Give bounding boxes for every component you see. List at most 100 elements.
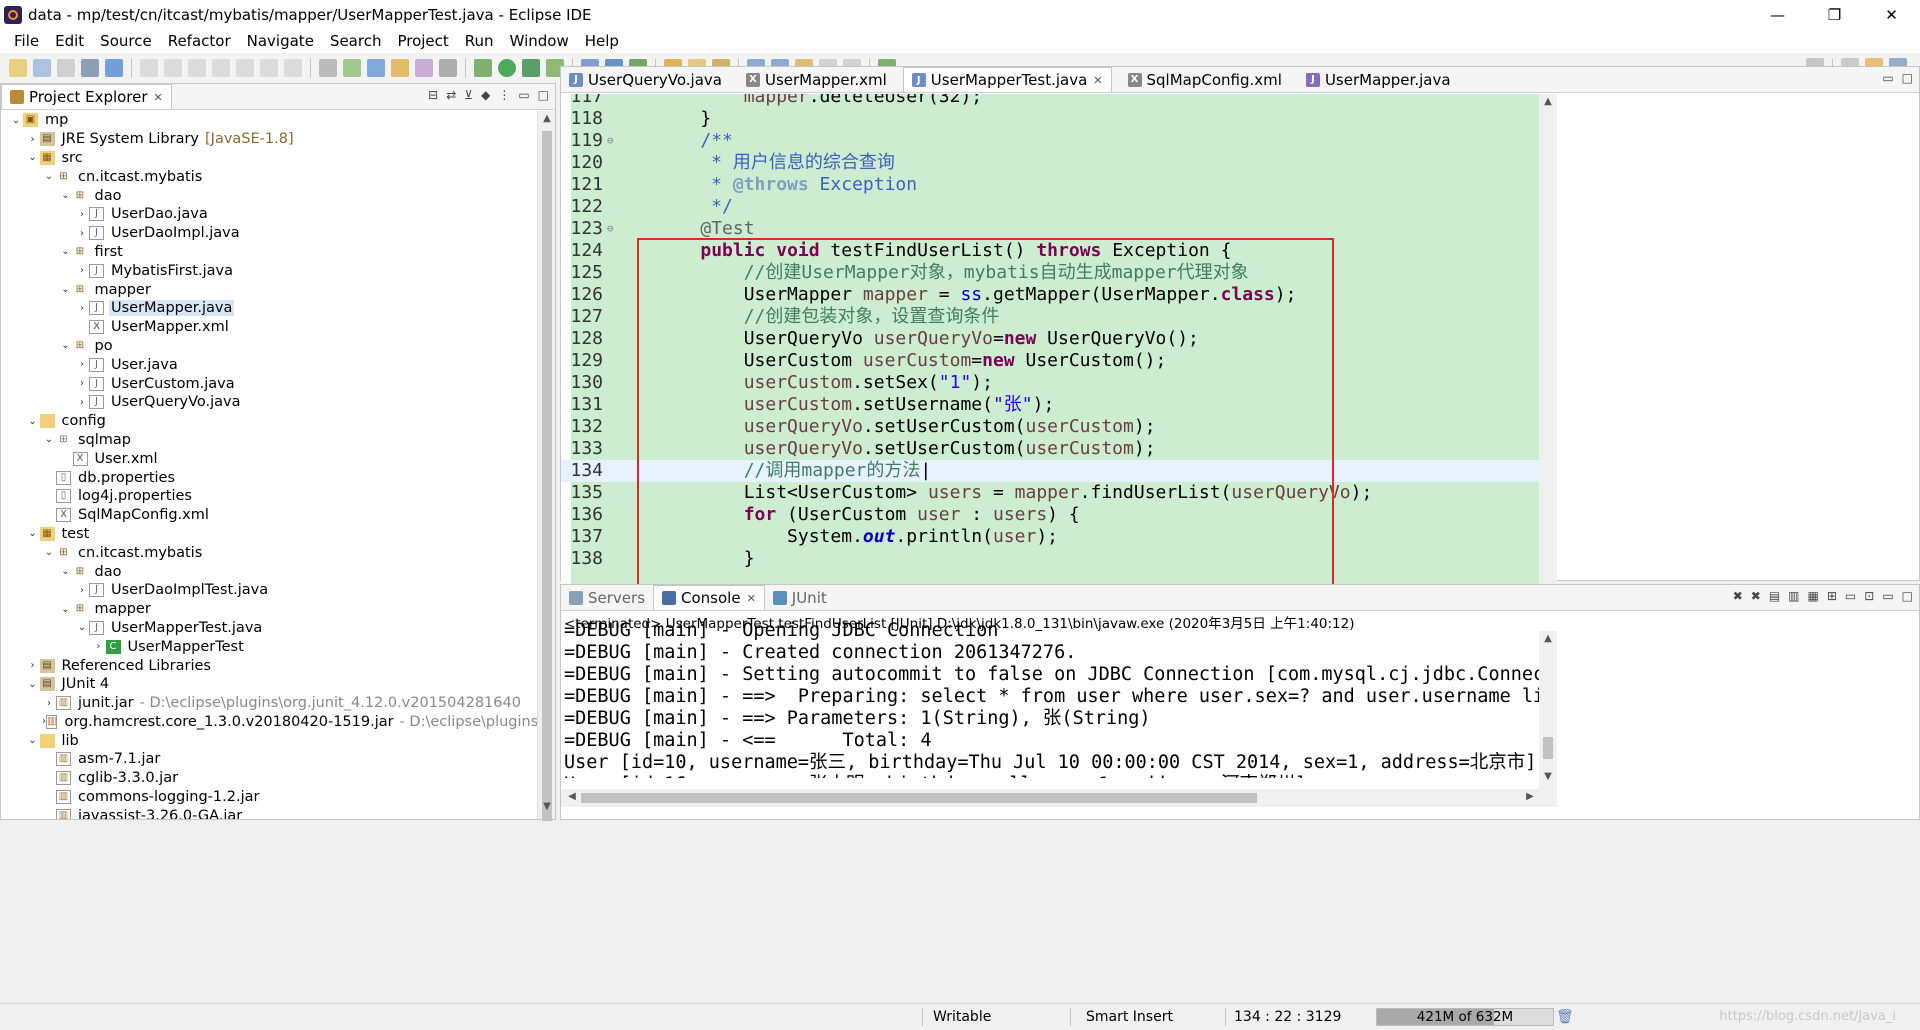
expanded-chevron-icon[interactable]: ⌄	[9, 115, 23, 126]
expanded-chevron-icon[interactable]: ⌄	[59, 246, 73, 257]
step-over-icon[interactable]	[260, 59, 278, 77]
fold-marker[interactable]: ⊖	[607, 218, 617, 240]
debug-icon[interactable]	[474, 59, 492, 77]
tree-item[interactable]: ⌄ ▤ JUnit 4	[1, 675, 537, 694]
focus-icon[interactable]: ◆	[481, 88, 490, 102]
open-console-icon[interactable]: ⊡	[1864, 589, 1874, 603]
tree-item[interactable]: ⌄ ⊞ first	[1, 243, 537, 262]
show-whitespace-icon[interactable]	[439, 59, 457, 77]
expanded-chevron-icon[interactable]: ⌄	[42, 171, 56, 182]
expanded-chevron-icon[interactable]: ⌄	[26, 735, 40, 746]
menu-source[interactable]: Source	[92, 32, 160, 50]
collapsed-chevron-icon[interactable]: ›	[75, 228, 89, 239]
tree-item[interactable]: › J UserDaoImpl.java	[1, 224, 537, 243]
tree-item[interactable]: X User.xml	[1, 449, 537, 468]
maximize-view-icon[interactable]: □	[1902, 71, 1913, 85]
tree-item[interactable]: › J UserDaoImplTest.java	[1, 581, 537, 600]
minimize-view-icon[interactable]: ▭	[518, 88, 529, 102]
menu-project[interactable]: Project	[389, 32, 456, 50]
heap-status[interactable]: 421M of 632M	[1376, 1008, 1554, 1026]
expanded-chevron-icon[interactable]: ⌄	[42, 547, 56, 558]
console-output[interactable]: =DEBUG [main] - Opening JDBC Connection =…	[561, 620, 1539, 778]
menu-refactor[interactable]: Refactor	[160, 32, 239, 50]
collapsed-chevron-icon[interactable]: ›	[92, 641, 106, 652]
editor-tab[interactable]: X SqlMapConfig.xml	[1120, 67, 1290, 92]
expanded-chevron-icon[interactable]: ⌄	[75, 622, 89, 633]
expanded-chevron-icon[interactable]: ⌄	[26, 152, 40, 163]
collapsed-chevron-icon[interactable]: ›	[75, 265, 89, 276]
tree-item[interactable]: X SqlMapConfig.xml	[1, 506, 537, 525]
tree-item[interactable]: ⌄ J UserMapperTest.java	[1, 619, 537, 638]
filter-icon[interactable]: ⊻	[464, 88, 473, 102]
tree-item[interactable]: ▥ javassist-3.26.0-GA.jar	[1, 806, 537, 819]
tree-item[interactable]: ⌄ ⊞ dao	[1, 186, 537, 205]
tree-item[interactable]: ▯ log4j.properties	[1, 487, 537, 506]
code-line[interactable]: 122 */	[561, 196, 1539, 218]
tree-item[interactable]: ▥ asm-7.1.jar	[1, 750, 537, 769]
scroll-left-icon[interactable]: ◀	[563, 791, 581, 807]
new-icon[interactable]	[9, 59, 27, 77]
tree-item[interactable]: ⌄ ⊞ dao	[1, 562, 537, 581]
tree-item[interactable]: › ▥ junit.jar - D:\eclipse\plugins\org.juni…	[1, 694, 537, 713]
minimize-view-icon[interactable]: ▭	[1882, 71, 1893, 85]
tree-item[interactable]: ⌄ ▦ test	[1, 525, 537, 544]
expanded-chevron-icon[interactable]: ⌄	[59, 190, 73, 201]
coverage-icon[interactable]	[522, 59, 540, 77]
expanded-chevron-icon[interactable]: ⌄	[42, 434, 56, 445]
annotation-icon[interactable]	[391, 59, 409, 77]
tree-item[interactable]: ▥ commons-logging-1.2.jar	[1, 788, 537, 807]
expanded-chevron-icon[interactable]: ⌄	[59, 566, 73, 577]
remove-launch-icon[interactable]: ✖	[1733, 589, 1743, 603]
tree-item[interactable]: › J MybatisFirst.java	[1, 261, 537, 280]
disconnect-icon[interactable]	[212, 59, 230, 77]
collapsed-chevron-icon[interactable]: ›	[75, 209, 89, 220]
clear-console-icon[interactable]: ▤	[1769, 589, 1780, 603]
collapsed-chevron-icon[interactable]: ›	[75, 303, 89, 314]
save-all-icon[interactable]	[57, 59, 75, 77]
expanded-chevron-icon[interactable]: ⌄	[26, 679, 40, 690]
tree-item[interactable]: › ▥ org.hamcrest.core_1.3.0.v20180420-1519…	[1, 713, 537, 732]
tree-item[interactable]: ⌄ lib	[1, 731, 537, 750]
run-icon[interactable]	[498, 59, 516, 77]
tree-item[interactable]: ▥ cglib-3.3.0.jar	[1, 769, 537, 788]
expanded-chevron-icon[interactable]: ⌄	[59, 284, 73, 295]
pin-console-icon[interactable]: ⊞	[1827, 589, 1837, 603]
tree-item[interactable]: ⌄ ▣ mp	[1, 111, 537, 130]
close-icon[interactable]: ✕	[154, 91, 163, 104]
collapsed-chevron-icon[interactable]: ›	[75, 397, 89, 408]
scrollbar-thumb[interactable]	[1543, 737, 1553, 759]
scroll-up-icon[interactable]: ▲	[1539, 96, 1557, 112]
tree-item[interactable]: › J User.java	[1, 355, 537, 374]
menu-navigate[interactable]: Navigate	[239, 32, 322, 50]
tree-item[interactable]: ⌄ ⊞ cn.itcast.mybatis	[1, 543, 537, 562]
tree-item[interactable]: › J UserQueryVo.java	[1, 393, 537, 412]
tree-item[interactable]: › C UserMapperTest	[1, 637, 537, 656]
code-line[interactable]: 120 * 用户信息的综合查询	[561, 152, 1539, 174]
view-menu-icon[interactable]: ⋮	[498, 88, 510, 102]
collapsed-chevron-icon[interactable]: ›	[26, 660, 40, 671]
expanded-chevron-icon[interactable]: ⌄	[26, 416, 40, 427]
editor-vertical-scrollbar[interactable]: ▲ ▼	[1539, 94, 1557, 632]
gc-trash-icon[interactable]: 🗑	[1556, 1009, 1574, 1025]
link-editor-icon[interactable]: ⇄	[446, 88, 456, 102]
terminal-icon[interactable]	[81, 59, 99, 77]
expanded-chevron-icon[interactable]: ⌄	[26, 528, 40, 539]
close-icon[interactable]: ✕	[1093, 74, 1102, 87]
console-vertical-scrollbar[interactable]: ▲ ▼	[1539, 631, 1557, 789]
fold-marker[interactable]: ⊖	[607, 130, 617, 152]
code-line[interactable]: 123 ⊖ @Test	[561, 218, 1539, 240]
menu-help[interactable]: Help	[577, 32, 627, 50]
step-into-icon[interactable]	[236, 59, 254, 77]
code-line[interactable]: 119 ⊖ /**	[561, 130, 1539, 152]
editor-tab[interactable]: J UserQueryVo.java	[561, 67, 730, 92]
tree-item[interactable]: ▯ db.properties	[1, 468, 537, 487]
step-return-icon[interactable]	[284, 59, 302, 77]
menu-run[interactable]: Run	[457, 32, 502, 50]
mark-occurrences-icon[interactable]	[367, 59, 385, 77]
minimize-view-icon[interactable]: ▭	[1882, 589, 1893, 603]
editor-tab[interactable]: J UserMapperTest.java ✕	[902, 67, 1112, 92]
code-line[interactable]: 121 * @throws Exception	[561, 174, 1539, 196]
collapsed-chevron-icon[interactable]: ›	[42, 698, 56, 709]
explorer-scrollbar[interactable]: ▲ ▼	[537, 111, 556, 821]
scroll-up-icon[interactable]: ▲	[538, 113, 556, 129]
